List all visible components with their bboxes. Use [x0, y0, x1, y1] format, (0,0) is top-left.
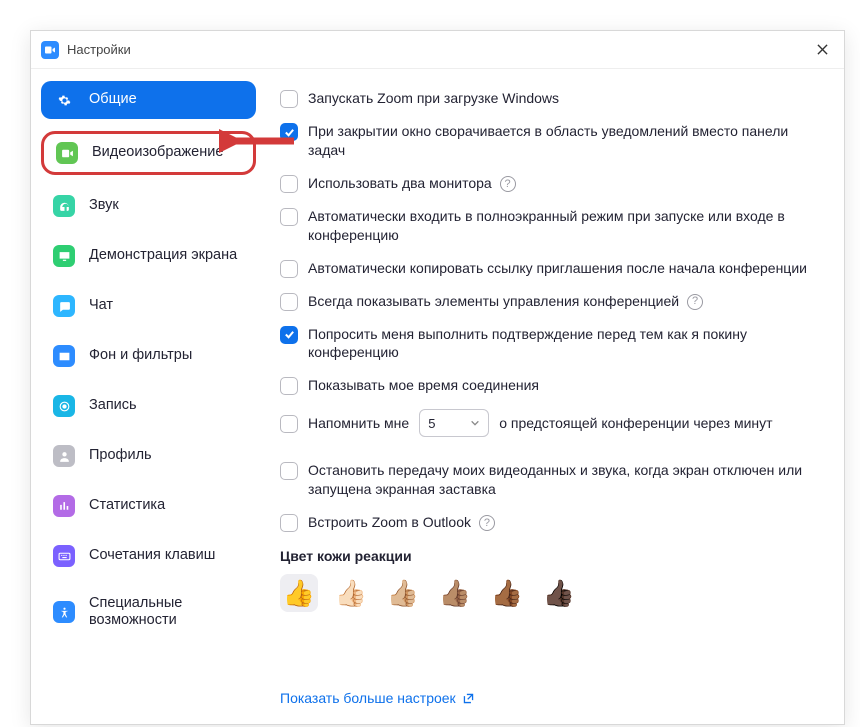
help-icon[interactable]: ? — [687, 294, 703, 310]
checkbox[interactable] — [280, 415, 298, 433]
reminder-label-before: Напомнить мне — [308, 415, 409, 431]
chevron-down-icon — [470, 416, 480, 431]
skin-tone-title: Цвет кожи реакции — [280, 548, 826, 564]
option-label: Использовать два монитора ? — [308, 174, 826, 193]
window-body: Общие Видеоизображение Звук Демонстрация… — [31, 69, 844, 724]
sidebar-item-label: Звук — [89, 197, 119, 214]
video-icon — [56, 142, 78, 164]
profile-icon — [53, 445, 75, 467]
option-always-show-controls: Всегда показывать элементы управления ко… — [280, 292, 826, 311]
checkbox[interactable] — [280, 175, 298, 193]
checkbox[interactable] — [280, 326, 298, 344]
sidebar-item-accessibility[interactable]: Специальные возможности — [41, 587, 256, 638]
sidebar-item-chat[interactable]: Чат — [41, 287, 256, 325]
stats-icon — [53, 495, 75, 517]
sidebar-item-profile[interactable]: Профиль — [41, 437, 256, 475]
skin-tone-row: 👍 👍🏻 👍🏼 👍🏽 👍🏾 👍🏿 — [280, 574, 826, 612]
sidebar-item-label: Статистика — [89, 497, 165, 514]
share-screen-icon — [53, 245, 75, 267]
checkbox[interactable] — [280, 462, 298, 480]
skin-tone-option[interactable]: 👍🏾 — [488, 574, 526, 612]
window-title: Настройки — [67, 42, 131, 57]
checkbox[interactable] — [280, 514, 298, 532]
sidebar-item-label: Специальные возможности — [89, 595, 244, 630]
option-copy-invite: Автоматически копировать ссылку приглаше… — [280, 259, 826, 278]
sidebar-item-screenshare[interactable]: Демонстрация экрана — [41, 237, 256, 275]
more-settings-link[interactable]: Показать больше настроек — [280, 690, 826, 710]
skin-tone-option[interactable]: 👍 — [280, 574, 318, 612]
option-label: Показывать мое время соединения — [308, 376, 826, 395]
sidebar-item-label: Сочетания клавиш — [89, 547, 215, 564]
reminder-label-after: о предстоящей конференции через минут — [499, 415, 772, 431]
option-stop-av-on-screensaver: Остановить передачу моих видеоданных и з… — [280, 461, 826, 499]
sidebar-item-general[interactable]: Общие — [41, 81, 256, 119]
option-reminder: Напомнить мне 5 о предстоящей конференци… — [280, 409, 826, 437]
option-label: Встроить Zoom в Outlook ? — [308, 513, 826, 532]
checkbox[interactable] — [280, 90, 298, 108]
chat-icon — [53, 295, 75, 317]
checkbox[interactable] — [280, 208, 298, 226]
option-label: Запускать Zoom при загрузке Windows — [308, 89, 826, 108]
option-outlook-integration: Встроить Zoom в Outlook ? — [280, 513, 826, 532]
more-settings-label: Показать больше настроек — [280, 690, 456, 706]
checkbox[interactable] — [280, 260, 298, 278]
sidebar-item-label: Демонстрация экрана — [89, 247, 237, 264]
sidebar-item-audio[interactable]: Звук — [41, 187, 256, 225]
option-minimize-to-tray: При закрытии окно сворачивается в област… — [280, 122, 826, 160]
sidebar-item-label: Видеоизображение — [92, 144, 223, 161]
option-label: Остановить передачу моих видеоданных и з… — [308, 461, 826, 499]
gear-icon — [53, 89, 75, 111]
help-icon[interactable]: ? — [479, 515, 495, 531]
settings-window: Настройки Общие Видеоизображение — [30, 30, 845, 725]
sidebar: Общие Видеоизображение Звук Демонстрация… — [31, 69, 266, 724]
option-label: При закрытии окно сворачивается в област… — [308, 122, 826, 160]
sidebar-item-shortcuts[interactable]: Сочетания клавиш — [41, 537, 256, 575]
skin-tone-option[interactable]: 👍🏿 — [540, 574, 578, 612]
keyboard-icon — [53, 545, 75, 567]
skin-tone-option[interactable]: 👍🏻 — [332, 574, 370, 612]
sidebar-item-recording[interactable]: Запись — [41, 387, 256, 425]
reminder-minutes-select[interactable]: 5 — [419, 409, 489, 437]
option-dual-monitors: Использовать два монитора ? — [280, 174, 826, 193]
option-label: Автоматически входить в полноэкранный ре… — [308, 207, 826, 245]
checkbox[interactable] — [280, 123, 298, 141]
option-show-connected-time: Показывать мое время соединения — [280, 376, 826, 395]
option-confirm-leave: Попросить меня выполнить подтверждение п… — [280, 325, 826, 363]
titlebar: Настройки — [31, 31, 844, 69]
accessibility-icon — [53, 601, 75, 623]
option-label: Автоматически копировать ссылку приглаше… — [308, 259, 826, 278]
zoom-logo-icon — [41, 41, 59, 59]
option-start-with-windows: Запускать Zoom при загрузке Windows — [280, 89, 826, 108]
sidebar-item-background[interactable]: Фон и фильтры — [41, 337, 256, 375]
option-label: Всегда показывать элементы управления ко… — [308, 292, 826, 311]
background-icon — [53, 345, 75, 367]
settings-content: Запускать Zoom при загрузке Windows При … — [266, 69, 844, 724]
checkbox[interactable] — [280, 293, 298, 311]
headphones-icon — [53, 195, 75, 217]
reminder-value: 5 — [428, 416, 435, 431]
checkbox[interactable] — [280, 377, 298, 395]
option-label: Попросить меня выполнить подтверждение п… — [308, 325, 826, 363]
sidebar-item-label: Фон и фильтры — [89, 347, 192, 364]
record-icon — [53, 395, 75, 417]
option-fullscreen-on-join: Автоматически входить в полноэкранный ре… — [280, 207, 826, 245]
sidebar-item-video[interactable]: Видеоизображение — [41, 131, 256, 175]
sidebar-item-label: Запись — [89, 397, 137, 414]
external-link-icon — [462, 692, 475, 705]
close-button[interactable] — [810, 38, 834, 62]
sidebar-item-label: Общие — [89, 91, 137, 108]
sidebar-item-statistics[interactable]: Статистика — [41, 487, 256, 525]
skin-tone-option[interactable]: 👍🏽 — [436, 574, 474, 612]
help-icon[interactable]: ? — [500, 176, 516, 192]
skin-tone-option[interactable]: 👍🏼 — [384, 574, 422, 612]
sidebar-item-label: Профиль — [89, 447, 152, 464]
sidebar-item-label: Чат — [89, 297, 113, 314]
